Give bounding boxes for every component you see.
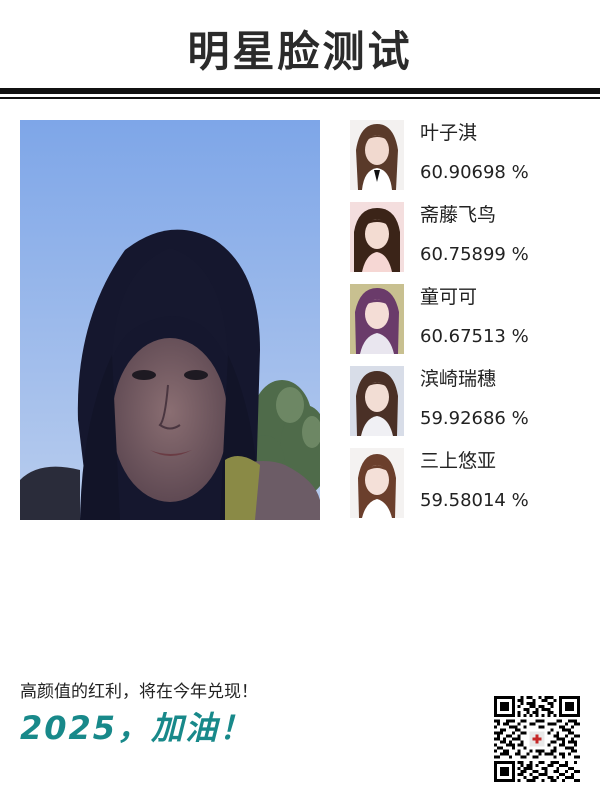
match-score: 59.92686 % <box>420 408 529 429</box>
match-thumbnail <box>350 448 404 518</box>
match-thumbnail <box>350 284 404 354</box>
slogan-text: 高颜值的红利，将在今年兑现！ <box>20 682 258 702</box>
match-name: 斋藤飞鸟 <box>420 204 497 226</box>
user-photo <box>20 120 320 520</box>
match-thumbnail <box>350 366 404 436</box>
match-score: 60.75899 % <box>420 244 529 265</box>
match-name: 童可可 <box>420 286 478 308</box>
match-item: 叶子淇 60.90698 % <box>350 120 590 190</box>
cheer-text: 2025，加油！ <box>20 709 254 747</box>
title-divider-thin <box>0 97 600 99</box>
match-score: 60.67513 % <box>420 326 529 347</box>
match-name: 三上悠亚 <box>420 450 497 472</box>
qr-code[interactable] <box>494 696 580 782</box>
match-item: 滨崎瑞穗 59.92686 % <box>350 366 590 436</box>
match-name: 叶子淇 <box>420 122 478 144</box>
match-item: 三上悠亚 59.58014 % <box>350 448 590 518</box>
page-title: 明星脸测试 <box>187 27 413 76</box>
match-score: 59.58014 % <box>420 490 529 511</box>
match-thumbnail <box>350 120 404 190</box>
match-item: 斋藤飞鸟 60.75899 % <box>350 202 590 272</box>
match-thumbnail <box>350 202 404 272</box>
title-divider-thick <box>0 88 600 94</box>
match-item: 童可可 60.67513 % <box>350 284 590 354</box>
match-name: 滨崎瑞穗 <box>420 368 497 390</box>
match-score: 60.90698 % <box>420 162 529 183</box>
match-list: 叶子淇 60.90698 % 斋藤飞鸟 60.75899 % 童可可 60.67… <box>350 120 590 530</box>
